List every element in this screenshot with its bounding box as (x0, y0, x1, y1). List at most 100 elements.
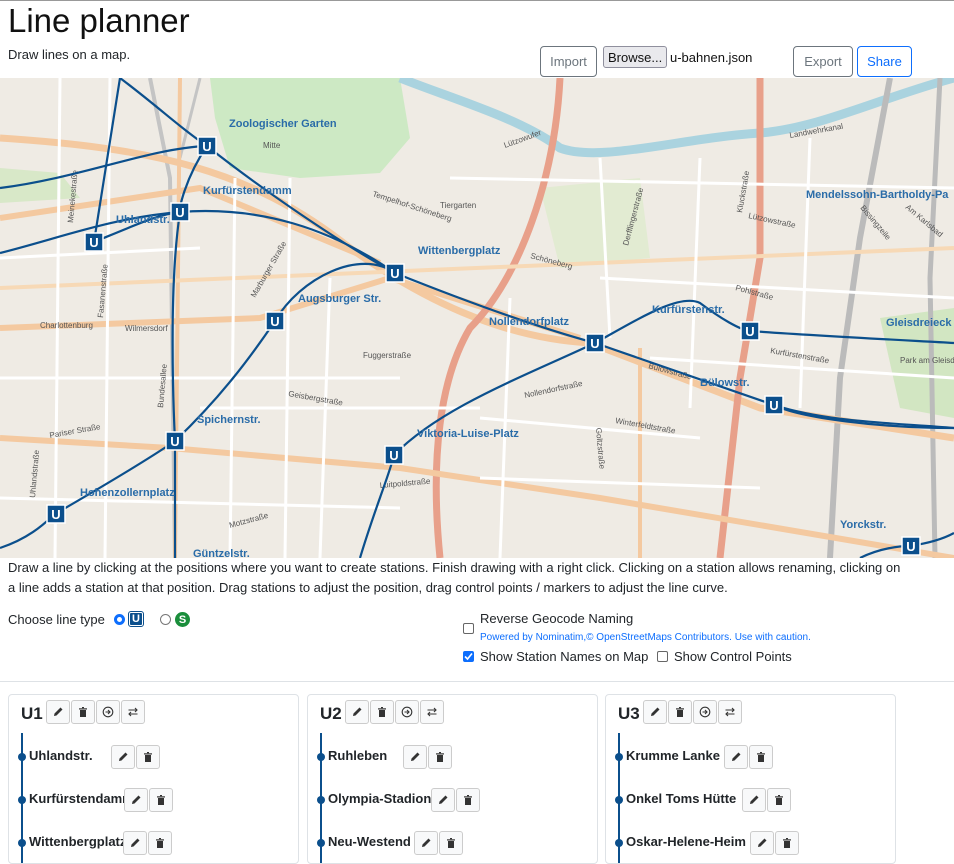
show-control-points-checkbox[interactable] (657, 651, 668, 662)
edit-line-button[interactable] (345, 700, 369, 724)
station-name: Ruhleben (328, 748, 388, 763)
line-card-u1: U1 Uhlandstr. Kurfürstendamm Wittenbergplat… (8, 694, 299, 864)
station-dot (317, 753, 325, 761)
map-svg[interactable]: Lützowufer Tiergarten Tempelhof-Schönebe… (0, 78, 954, 558)
line-type-u-radio[interactable] (114, 614, 125, 625)
station-dot (18, 796, 26, 804)
line-name: U3 (618, 704, 640, 723)
delete-line-button[interactable] (71, 700, 95, 724)
svg-text:U: U (170, 434, 179, 449)
pencil-icon (132, 795, 141, 804)
reverse-line-button[interactable] (420, 700, 444, 724)
rename-station-button[interactable] (724, 745, 748, 769)
section-divider (0, 681, 954, 682)
trash-icon (464, 795, 472, 805)
map-label-yorck[interactable]: Yorckstr. (840, 519, 886, 531)
edit-line-button[interactable] (643, 700, 667, 724)
reverse-geocode-checkbox[interactable] (463, 623, 474, 634)
arrow-circle-icon (699, 706, 711, 718)
delete-station-button[interactable] (136, 745, 160, 769)
delete-station-button[interactable] (775, 831, 799, 855)
pencil-icon (750, 795, 759, 804)
import-button[interactable]: Import (540, 46, 597, 77)
map-label-bulowstr[interactable]: Bülowstr. (700, 377, 750, 389)
map-label-guentzel[interactable]: Güntzelstr. (193, 548, 250, 558)
delete-station-button[interactable] (749, 745, 773, 769)
reverse-line-button[interactable] (718, 700, 742, 724)
select-line-button[interactable] (96, 700, 120, 724)
map-label-uhland[interactable]: Uhlandstr. (116, 214, 170, 226)
map-label-gleisdreieck[interactable]: Gleisdreieck (886, 317, 952, 329)
svg-text:U: U (390, 266, 399, 281)
station-name: Neu-Westend (328, 834, 411, 849)
swap-icon (128, 707, 138, 717)
browse-button[interactable]: Browse... (603, 46, 668, 68)
reverse-line-button[interactable] (121, 700, 145, 724)
trash-icon (156, 838, 164, 848)
map-label-nollendorf[interactable]: Nollendorfplatz (489, 316, 570, 328)
map-label-wittenberg[interactable]: Wittenbergplatz (418, 245, 501, 257)
rename-station-button[interactable] (742, 788, 766, 812)
rename-station-button[interactable] (403, 745, 427, 769)
svg-text:U: U (389, 448, 398, 463)
select-line-button[interactable] (693, 700, 717, 724)
rename-station-button[interactable] (431, 788, 455, 812)
share-button[interactable]: Share (857, 46, 912, 77)
street-label-fugger: Fuggerstraße (363, 351, 412, 360)
line-type-s-radio[interactable] (160, 614, 171, 625)
trash-icon (447, 838, 455, 848)
svg-text:U: U (175, 205, 184, 220)
line-card-u3: U3 Krumme Lanke Onkel Toms Hütte Oskar-Hele… (605, 694, 896, 864)
show-station-names-checkbox[interactable] (463, 651, 474, 662)
trash-icon (144, 752, 152, 762)
station-name: Kurfürstendamm (29, 791, 134, 806)
pencil-icon (119, 752, 128, 761)
svg-text:U: U (590, 336, 599, 351)
delete-line-button[interactable] (668, 700, 692, 724)
delete-line-button[interactable] (370, 700, 394, 724)
station-dot (615, 839, 623, 847)
delete-station-button[interactable] (148, 831, 172, 855)
pencil-icon (131, 838, 140, 847)
station-dot (615, 753, 623, 761)
line-card-u2: U2 Ruhleben Olympia-Stadion Neu-Westend (307, 694, 598, 864)
rename-station-button[interactable] (124, 788, 148, 812)
delete-station-button[interactable] (767, 788, 791, 812)
delete-station-button[interactable] (149, 788, 173, 812)
rename-station-button[interactable] (111, 745, 135, 769)
nominatim-attribution[interactable]: Powered by Nominatim,© OpenStreetMaps Co… (480, 632, 811, 643)
pencil-icon (732, 752, 741, 761)
checkmark-icon (464, 652, 473, 661)
station-name: Krumme Lanke (626, 748, 720, 763)
street-label-charlottenburg: Charlottenburg (40, 321, 93, 330)
svg-text:U: U (202, 139, 211, 154)
map-label-mendelssohn[interactable]: Mendelssohn-Bartholdy-Pa (806, 189, 949, 201)
station-dot (317, 839, 325, 847)
trash-icon (436, 752, 444, 762)
map-label-hohenzollern[interactable]: Hohenzollernplatz (80, 487, 175, 499)
edit-line-button[interactable] (46, 700, 70, 724)
map-label-kurfuersten[interactable]: Kurfürstenstr. (652, 304, 725, 316)
trash-icon (676, 707, 684, 717)
map-canvas[interactable]: Lützowufer Tiergarten Tempelhof-Schönebe… (0, 78, 954, 558)
select-line-button[interactable] (395, 700, 419, 724)
map-label-augsburger[interactable]: Augsburger Str. (298, 293, 381, 305)
map-label-zoo[interactable]: Zoologischer Garten (229, 118, 337, 130)
delete-station-button[interactable] (456, 788, 480, 812)
delete-station-button[interactable] (439, 831, 463, 855)
rename-station-button[interactable] (123, 831, 147, 855)
export-button[interactable]: Export (793, 46, 853, 77)
map-label-viktoria[interactable]: Viktoria-Luise-Platz (417, 428, 519, 440)
line-name: U2 (320, 704, 342, 723)
station-name: Wittenbergplatz (29, 834, 127, 849)
delete-station-button[interactable] (428, 745, 452, 769)
station-name: Olympia-Stadion (328, 791, 432, 806)
line-name: U1 (21, 704, 43, 723)
arrow-circle-icon (102, 706, 114, 718)
pencil-icon (422, 838, 431, 847)
rename-station-button[interactable] (750, 831, 774, 855)
map-label-kudamm[interactable]: Kurfürstendamm (203, 185, 292, 197)
station-dot (317, 796, 325, 804)
map-label-spichern[interactable]: Spichernstr. (197, 414, 261, 426)
rename-station-button[interactable] (414, 831, 438, 855)
